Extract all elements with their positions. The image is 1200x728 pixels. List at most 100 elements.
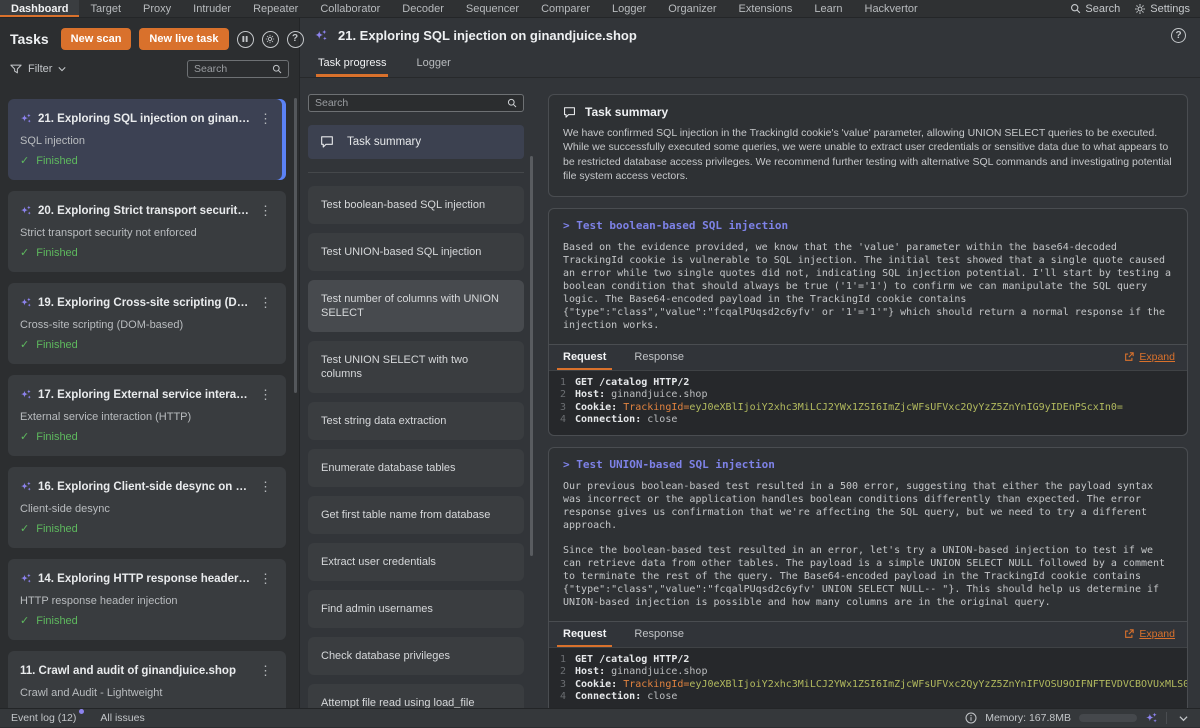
step-item-test-boolean-based-sql-injection[interactable]: Test boolean-based SQL injection bbox=[308, 186, 524, 224]
tasks-help-button[interactable]: ? bbox=[287, 31, 304, 48]
tab-request[interactable]: Request bbox=[549, 345, 620, 370]
pause-icon bbox=[241, 35, 249, 43]
request-line: 4Connection: close bbox=[549, 414, 1187, 427]
top-tab-extensions[interactable]: Extensions bbox=[728, 0, 804, 17]
section-paragraph: Our previous boolean-based test resulted… bbox=[563, 480, 1173, 532]
new-live-task-button[interactable]: New live task bbox=[139, 28, 228, 50]
kebab-menu-icon[interactable]: ⋮ bbox=[257, 572, 274, 585]
expand-button[interactable]: Expand bbox=[1124, 351, 1175, 363]
step-item-test-number-of-columns-with-union-select[interactable]: Test number of columns with UNION SELECT bbox=[308, 280, 524, 332]
code-segment: ginandjuice.shop bbox=[605, 389, 707, 402]
tasks-panel-title: Tasks bbox=[10, 31, 49, 47]
check-icon: ✓ bbox=[20, 616, 29, 627]
status-text: Finished bbox=[36, 247, 78, 259]
top-tab-collaborator[interactable]: Collaborator bbox=[309, 0, 391, 17]
step-item-test-string-data-extraction[interactable]: Test string data extraction bbox=[308, 402, 524, 440]
step-item-test-union-select-with-two-columns[interactable]: Test UNION SELECT with two columns bbox=[308, 341, 524, 393]
top-tab-proxy[interactable]: Proxy bbox=[132, 0, 182, 17]
settings-button[interactable]: Settings bbox=[1134, 3, 1190, 15]
steps-scrollbar-thumb[interactable] bbox=[530, 156, 533, 556]
tasks-search-input[interactable] bbox=[194, 63, 272, 75]
kebab-menu-icon[interactable]: ⋮ bbox=[257, 204, 274, 217]
task-card-status: ✓ Finished bbox=[20, 247, 274, 259]
step-item-check-database-privileges[interactable]: Check database privileges bbox=[308, 637, 524, 675]
kebab-menu-icon[interactable]: ⋮ bbox=[257, 296, 274, 309]
kebab-menu-icon[interactable]: ⋮ bbox=[257, 388, 274, 401]
global-search-button[interactable]: Search bbox=[1070, 3, 1120, 15]
steps-search-input[interactable] bbox=[315, 97, 507, 109]
chevron-down-icon bbox=[1179, 714, 1188, 723]
line-number: 3 bbox=[549, 402, 575, 415]
top-tab-repeater[interactable]: Repeater bbox=[242, 0, 309, 17]
top-tab-hackvertor[interactable]: Hackvertor bbox=[854, 0, 929, 17]
top-tab-target[interactable]: Target bbox=[79, 0, 132, 17]
event-log-button[interactable]: Event log (12) bbox=[11, 712, 76, 724]
tab-request[interactable]: Request bbox=[549, 622, 620, 647]
task-card[interactable]: 16. Exploring Client-side desync on gina… bbox=[8, 467, 286, 548]
status-text: Finished bbox=[36, 523, 78, 535]
ai-sparkle-icon bbox=[20, 389, 32, 401]
kebab-menu-icon[interactable]: ⋮ bbox=[257, 664, 274, 677]
help-icon: ? bbox=[292, 34, 298, 44]
step-item-get-first-table-name-from-database[interactable]: Get first table name from database bbox=[308, 496, 524, 534]
app-body: Tasks New scan New live task ? Filter 21… bbox=[0, 18, 1200, 708]
kebab-menu-icon[interactable]: ⋮ bbox=[257, 112, 274, 125]
filter-label[interactable]: Filter bbox=[28, 63, 52, 75]
ai-sparkle-icon[interactable] bbox=[1145, 712, 1158, 725]
task-card-title: 14. Exploring HTTP response header injec… bbox=[38, 573, 251, 585]
task-summary-box: Task summary We have confirmed SQL injec… bbox=[548, 94, 1188, 197]
tab-response[interactable]: Response bbox=[620, 345, 698, 370]
top-tab-logger[interactable]: Logger bbox=[601, 0, 657, 17]
top-tab-decoder[interactable]: Decoder bbox=[391, 0, 455, 17]
main-tabs: Task progress Logger bbox=[300, 47, 1200, 78]
step-item-find-admin-usernames[interactable]: Find admin usernames bbox=[308, 590, 524, 628]
request-code[interactable]: 1GET /catalog HTTP/22Host: ginandjuice.s… bbox=[549, 648, 1187, 708]
statusbar-divider bbox=[1166, 712, 1167, 724]
task-card-header: 16. Exploring Client-side desync on gina… bbox=[20, 480, 274, 493]
ai-menu-chevron-button[interactable] bbox=[1175, 712, 1192, 725]
test-section: > Test boolean-based SQL injectionBased … bbox=[548, 208, 1188, 436]
code-segment: Cookie: bbox=[575, 679, 617, 692]
code-segment: ginandjuice.shop bbox=[605, 666, 707, 679]
task-card-header: 11. Crawl and audit of ginandjuice.shop⋮ bbox=[20, 664, 274, 677]
request-viewer: RequestResponse Expand 1GET /catalog HTTP/… bbox=[549, 344, 1187, 435]
tab-logger[interactable]: Logger bbox=[414, 51, 452, 77]
top-tab-sequencer[interactable]: Sequencer bbox=[455, 0, 530, 17]
tab-task-progress[interactable]: Task progress bbox=[316, 51, 388, 77]
top-tab-learn[interactable]: Learn bbox=[803, 0, 853, 17]
filter-funnel-icon bbox=[10, 63, 22, 75]
step-item-extract-user-credentials[interactable]: Extract user credentials bbox=[308, 543, 524, 581]
task-card[interactable]: 21. Exploring SQL injection on ginandjui… bbox=[8, 99, 286, 180]
status-text: Finished bbox=[36, 155, 78, 167]
check-icon: ✓ bbox=[20, 248, 29, 259]
step-item-attempt-file-read-using-load-file[interactable]: Attempt file read using load_file bbox=[308, 684, 524, 708]
task-help-button[interactable]: ? bbox=[1171, 28, 1186, 43]
request-code[interactable]: 1GET /catalog HTTP/22Host: ginandjuice.s… bbox=[549, 371, 1187, 435]
status-right: Memory: 167.8MB bbox=[965, 712, 1192, 725]
expand-button[interactable]: Expand bbox=[1124, 628, 1175, 640]
new-scan-button[interactable]: New scan bbox=[61, 28, 132, 50]
task-card[interactable]: 17. Exploring External service interacti… bbox=[8, 375, 286, 456]
tasks-settings-button[interactable] bbox=[262, 31, 279, 48]
main-body: Task summary Test boolean-based SQL inje… bbox=[300, 78, 1200, 708]
step-item-test-union-based-sql-injection[interactable]: Test UNION-based SQL injection bbox=[308, 233, 524, 271]
step-item-task-summary[interactable]: Task summary bbox=[308, 125, 524, 159]
steps-search-box bbox=[308, 94, 524, 112]
pause-tasks-button[interactable] bbox=[237, 31, 254, 48]
task-card[interactable]: 11. Crawl and audit of ginandjuice.shop⋮… bbox=[8, 651, 286, 708]
tasks-search-box bbox=[187, 60, 289, 78]
top-tab-intruder[interactable]: Intruder bbox=[182, 0, 242, 17]
step-item-enumerate-database-tables[interactable]: Enumerate database tables bbox=[308, 449, 524, 487]
task-card[interactable]: 19. Exploring Cross-site scripting (DOM-… bbox=[8, 283, 286, 364]
top-tab-comparer[interactable]: Comparer bbox=[530, 0, 601, 17]
task-card[interactable]: 14. Exploring HTTP response header injec… bbox=[8, 559, 286, 640]
steps-divider bbox=[308, 172, 524, 173]
chat-bubble-icon bbox=[563, 106, 576, 119]
kebab-menu-icon[interactable]: ⋮ bbox=[257, 480, 274, 493]
all-issues-button[interactable]: All issues bbox=[100, 712, 144, 724]
top-tab-organizer[interactable]: Organizer bbox=[657, 0, 727, 17]
tasks-scrollbar-thumb[interactable] bbox=[294, 98, 297, 393]
tab-response[interactable]: Response bbox=[620, 622, 698, 647]
top-tab-dashboard[interactable]: Dashboard bbox=[0, 0, 79, 17]
task-card[interactable]: 20. Exploring Strict transport security … bbox=[8, 191, 286, 272]
